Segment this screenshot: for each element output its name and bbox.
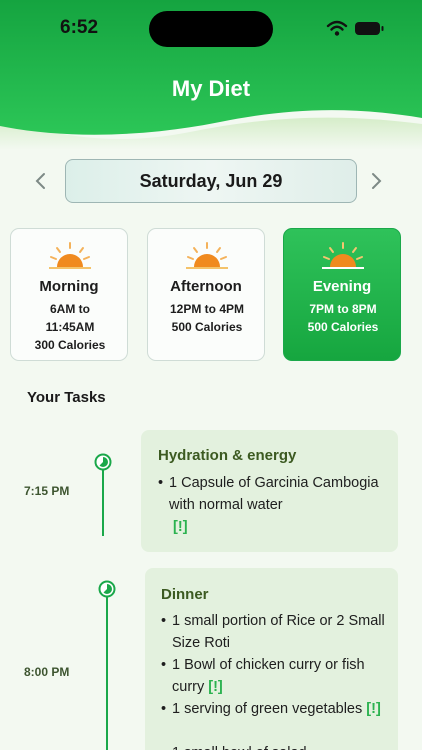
current-date-selector[interactable]: Saturday, Jun 29 xyxy=(65,159,357,203)
task-item: • 1 serving of green vegetables [!] xyxy=(161,698,391,720)
status-time: 6:52 xyxy=(60,17,99,38)
bullet: • xyxy=(158,475,164,491)
slot-afternoon-details: 12PM to 4PM 500 Calories xyxy=(152,300,262,336)
slot-afternoon-calories: 500 Calories xyxy=(171,320,243,334)
warning-flag[interactable]: [!] xyxy=(366,701,381,717)
date-navigator: Saturday, Jun 29 xyxy=(0,158,422,204)
wifi-icon xyxy=(326,20,348,36)
task-item-text: 1 Bowl of chicken curry or fish curry xyxy=(172,657,365,695)
page-title: My Diet xyxy=(171,76,251,101)
slot-morning-name: Morning xyxy=(39,278,99,295)
bullet: • xyxy=(161,657,167,673)
tasks-section-title: Your Tasks xyxy=(27,389,106,406)
timeline-clock-icon xyxy=(98,580,116,598)
task-card-hydration[interactable]: Hydration & energy • 1 Capsule of Garcin… xyxy=(141,430,398,552)
task-item: • 1 small portion of Rice or 2 Small Siz… xyxy=(161,610,391,654)
status-icons xyxy=(326,20,384,36)
task-item: • 1 small bowl of salad xyxy=(161,742,391,750)
sun-icon xyxy=(322,242,364,269)
timeline-line xyxy=(101,470,104,536)
dynamic-island xyxy=(149,11,273,47)
slot-morning[interactable]: Morning 6AM to 11:45AM 300 Calories xyxy=(10,228,128,361)
timeline-clock-icon xyxy=(94,453,112,471)
sun-icon xyxy=(49,242,91,269)
task-card-dinner[interactable]: Dinner • 1 small portion of Rice or 2 Sm… xyxy=(145,568,398,750)
chevron-left-icon xyxy=(35,173,45,189)
task-item-text: 1 small portion of Rice or 2 Small Size … xyxy=(172,613,385,651)
bullet: • xyxy=(161,742,166,750)
slot-morning-details: 6AM to 11:45AM 300 Calories xyxy=(15,300,125,354)
slot-evening[interactable]: Evening 7PM to 8PM 500 Calories xyxy=(283,228,401,361)
task-time: 7:15 PM xyxy=(24,484,70,498)
previous-day-button[interactable] xyxy=(27,166,55,196)
slot-morning-time-start: 6AM to xyxy=(50,302,90,316)
slot-evening-time: 7PM to 8PM xyxy=(309,302,377,316)
task-time: 8:00 PM xyxy=(24,665,70,679)
task-item-text: 1 Capsule of Garcinia Cambogia with norm… xyxy=(169,475,379,513)
slot-afternoon-time: 12PM to 4PM xyxy=(169,302,244,316)
task-item-text: 1 serving of green vegetables xyxy=(172,701,363,717)
bullet: • xyxy=(161,613,167,629)
battery-icon xyxy=(355,22,384,35)
task-title: Dinner xyxy=(161,586,209,603)
slot-morning-calories: 300 Calories xyxy=(34,338,106,352)
warning-flag[interactable]: [!] xyxy=(208,679,223,695)
sun-icon xyxy=(186,242,228,269)
chevron-right-icon xyxy=(372,173,382,189)
slot-evening-details: 7PM to 8PM 500 Calories xyxy=(288,300,398,336)
warning-flag[interactable]: [!] xyxy=(173,519,188,535)
timeline-line xyxy=(105,597,108,750)
next-day-button[interactable] xyxy=(362,166,390,196)
task-item: • 1 Capsule of Garcinia Cambogia with no… xyxy=(158,472,386,538)
bullet: • xyxy=(161,701,167,717)
task-item-text: 1 small bowl of salad xyxy=(161,742,391,750)
task-item: • 1 Bowl of chicken curry or fish curry … xyxy=(161,654,391,698)
slot-evening-calories: 500 Calories xyxy=(307,320,379,334)
task-title: Hydration & energy xyxy=(158,447,297,464)
slot-afternoon[interactable]: Afternoon 12PM to 4PM 500 Calories xyxy=(147,228,265,361)
status-bar: 6:52 xyxy=(0,0,422,58)
slot-evening-name: Evening xyxy=(312,278,372,295)
slot-morning-time-end: 11:45AM xyxy=(45,320,95,334)
slot-afternoon-name: Afternoon xyxy=(170,278,242,295)
